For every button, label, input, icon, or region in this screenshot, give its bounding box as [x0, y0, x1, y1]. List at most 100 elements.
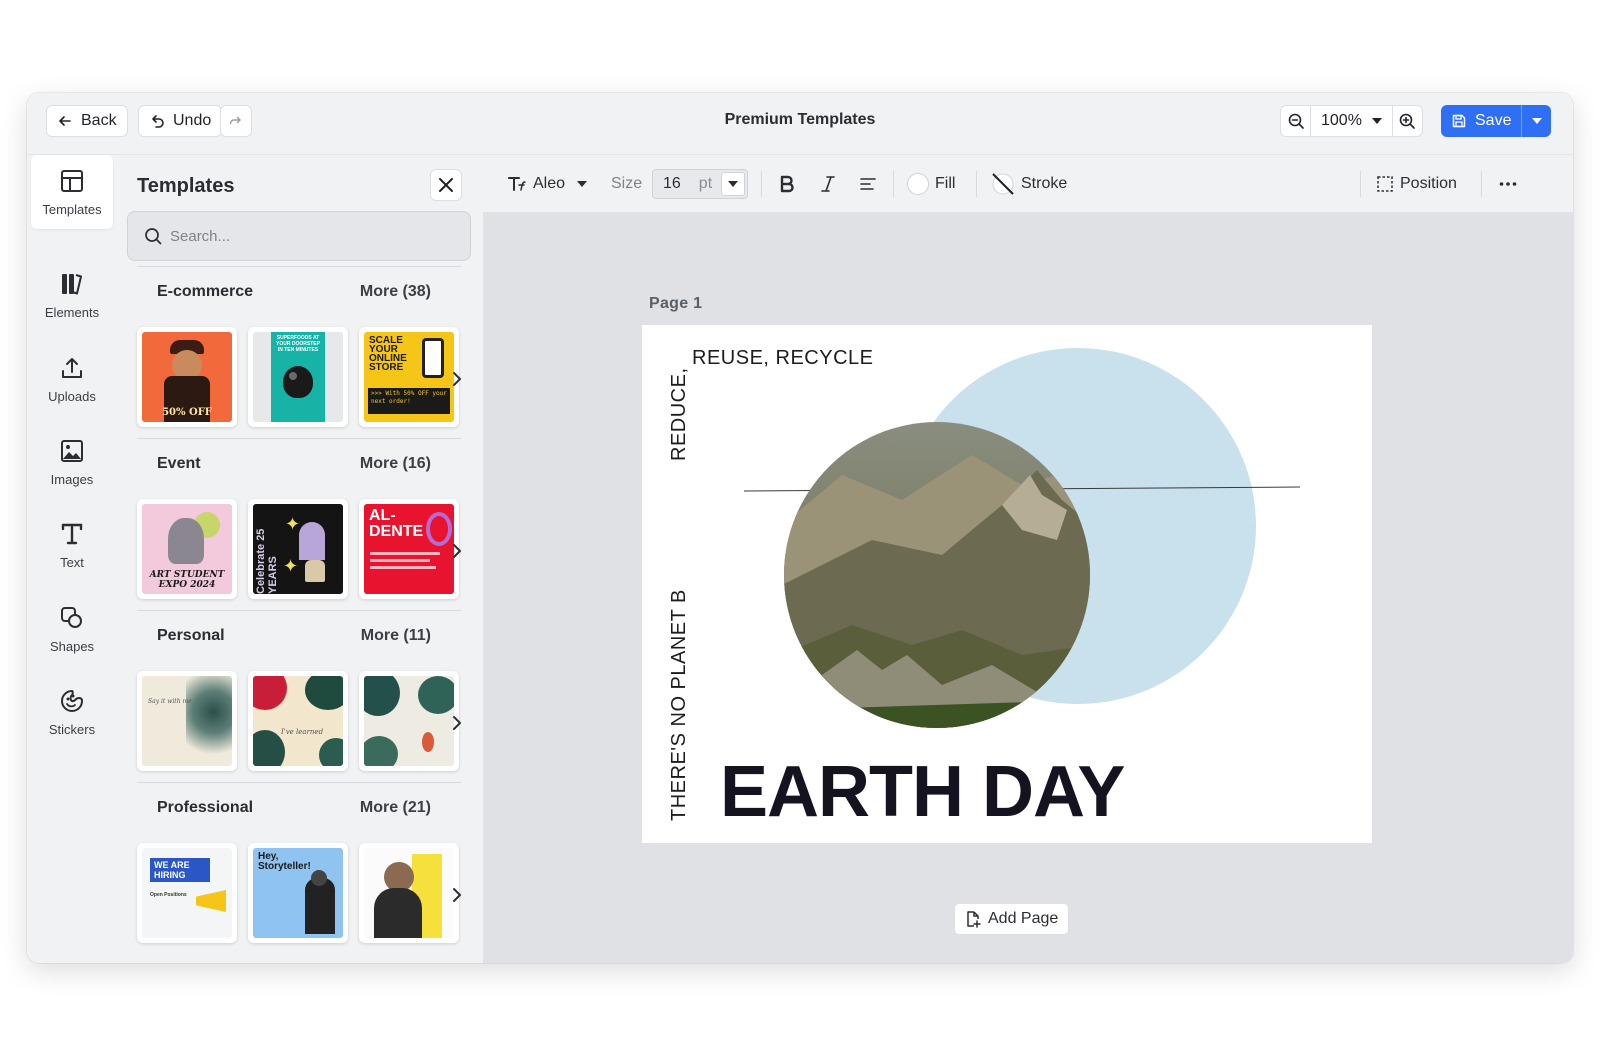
divider	[137, 610, 461, 611]
font-icon	[508, 177, 526, 191]
font-name: Aleo	[533, 175, 566, 192]
template-thumb[interactable]	[359, 843, 459, 943]
divider	[893, 171, 894, 197]
rail-label: Stickers	[48, 721, 96, 737]
position-icon	[1377, 176, 1393, 192]
thumb-text: SCALE YOUR ONLINE STORE	[369, 335, 407, 373]
template-row-ecommerce: 50% OFF SUPERFOODS AT YOUR DOORSTEP IN T…	[137, 327, 459, 427]
template-thumb[interactable]: Hey, Storyteller!	[248, 843, 348, 943]
rail-label: Uploads	[48, 388, 96, 404]
rail-item-text[interactable]: Text	[31, 508, 113, 582]
layout-icon	[61, 169, 83, 192]
reuse-recycle-text[interactable]: REUSE, RECYCLE	[692, 347, 874, 370]
font-size-dropdown[interactable]	[721, 172, 745, 196]
section-title: Professional	[157, 799, 254, 816]
more-horizontal-icon	[1499, 182, 1517, 186]
save-button[interactable]: Save	[1441, 105, 1521, 137]
position-button[interactable]: Position	[1376, 155, 1457, 213]
align-button[interactable]	[860, 155, 876, 213]
divider	[137, 266, 461, 267]
template-thumb[interactable]: Celebrate 25 YEARS ✦ ✦	[248, 499, 348, 599]
section-header-professional: Professional More (21)	[157, 799, 431, 817]
sticker-icon	[61, 689, 83, 712]
template-row-event: ART STUDENT EXPO 2024 Celebrate 25 YEARS…	[137, 499, 459, 599]
save-button-group: Save	[1441, 105, 1551, 137]
section-header-personal: Personal More (11)	[157, 627, 431, 645]
rail-label: Elements	[44, 304, 100, 320]
more-link[interactable]: More (11)	[361, 627, 431, 645]
panel-title: Templates	[137, 175, 235, 197]
templates-panel: Templates E-commerce More (38) 50% OFF	[119, 155, 483, 963]
divider	[1481, 171, 1482, 197]
divider	[137, 438, 461, 439]
save-options-button[interactable]	[1521, 105, 1551, 137]
template-thumb[interactable]: 50% OFF	[137, 327, 237, 427]
section-title: Personal	[157, 627, 225, 644]
rail-item-stickers[interactable]: Stickers	[31, 675, 113, 749]
design-page[interactable]: REUSE, RECYCLE REDUCE, THERE'S NO PLANET…	[642, 325, 1372, 843]
add-page-label: Add Page	[988, 910, 1059, 927]
divider	[976, 171, 977, 197]
font-select[interactable]: Aleo	[507, 155, 588, 213]
template-thumb[interactable]: ART STUDENT EXPO 2024	[137, 499, 237, 599]
close-panel-button[interactable]	[430, 169, 462, 201]
thumb-text: Say it with me	[148, 698, 192, 705]
reduce-text[interactable]: REDUCE,	[668, 367, 691, 461]
no-planet-b-text[interactable]: THERE'S NO PLANET B	[668, 589, 691, 821]
add-page-button[interactable]: Add Page	[954, 903, 1070, 935]
divider	[137, 782, 461, 783]
chevron-right-icon	[453, 888, 461, 902]
row-next-button[interactable]	[449, 541, 465, 561]
template-thumb[interactable]: Say it with me	[137, 671, 237, 771]
template-thumb[interactable]	[359, 671, 459, 771]
font-size-field[interactable]: 16 pt	[652, 169, 748, 199]
stroke-button[interactable]: Stroke	[991, 155, 1067, 213]
bold-button[interactable]	[779, 155, 795, 213]
zoom-in-icon	[1400, 113, 1416, 129]
search-box	[127, 211, 471, 261]
earth-day-headline[interactable]: EARTH DAY	[720, 751, 1125, 833]
template-thumb[interactable]: I've learned	[248, 671, 348, 771]
more-options-button[interactable]	[1499, 155, 1517, 213]
caret-down-icon	[1371, 118, 1382, 124]
elements-icon	[62, 273, 82, 294]
rail-item-uploads[interactable]: Uploads	[31, 342, 113, 416]
page-label: Page 1	[649, 295, 703, 312]
zoom-in-button[interactable]	[1391, 106, 1422, 136]
row-next-button[interactable]	[449, 713, 465, 733]
caret-down-icon	[1531, 118, 1542, 124]
caret-down-icon	[728, 181, 738, 187]
fill-button[interactable]: Fill	[907, 155, 955, 213]
template-row-professional: WE ARE HIRING Open Positions Hey, Storyt…	[137, 843, 459, 943]
more-link[interactable]: More (16)	[360, 455, 431, 473]
save-icon	[1452, 114, 1466, 128]
format-toolbar: Aleo Size 16 pt Fill Stroke Position	[483, 155, 1573, 213]
divider	[761, 171, 762, 197]
zoom-out-button[interactable]	[1281, 106, 1311, 136]
zoom-control: 100%	[1280, 105, 1423, 137]
zoom-select[interactable]: 100%	[1311, 106, 1392, 136]
row-next-button[interactable]	[449, 885, 465, 905]
template-thumb[interactable]: WE ARE HIRING Open Positions	[137, 843, 237, 943]
template-thumb[interactable]: AL- DENTE	[359, 499, 459, 599]
rail-item-shapes[interactable]: Shapes	[31, 592, 113, 666]
rail-item-images[interactable]: Images	[31, 425, 113, 499]
search-input[interactable]	[170, 227, 450, 245]
rail-item-elements[interactable]: Elements	[31, 258, 113, 332]
rail-label: Templates	[42, 201, 102, 217]
italic-button[interactable]	[821, 155, 835, 213]
rail-item-templates[interactable]: Templates	[31, 155, 113, 229]
template-thumb[interactable]: SUPERFOODS AT YOUR DOORSTEP IN TEN MINUT…	[248, 327, 348, 427]
top-bar: Back Undo Premium Templates 100% Save	[27, 93, 1573, 155]
thumb-text: Open Positions	[150, 892, 187, 898]
editor-window: Back Undo Premium Templates 100% Save Te…	[27, 93, 1573, 963]
section-title: E-commerce	[157, 283, 254, 300]
shapes-icon	[61, 606, 82, 628]
more-link[interactable]: More (38)	[360, 283, 431, 301]
template-thumb[interactable]: SCALE YOUR ONLINE STORE >>> With 50% OFF…	[359, 327, 459, 427]
thumb-text: >>> With 50% OFF your next order!	[368, 388, 450, 414]
row-next-button[interactable]	[449, 369, 465, 389]
thumb-text: Hey, Storyteller!	[258, 851, 311, 872]
font-size-value: 16	[663, 175, 681, 192]
more-link[interactable]: More (21)	[360, 799, 431, 817]
